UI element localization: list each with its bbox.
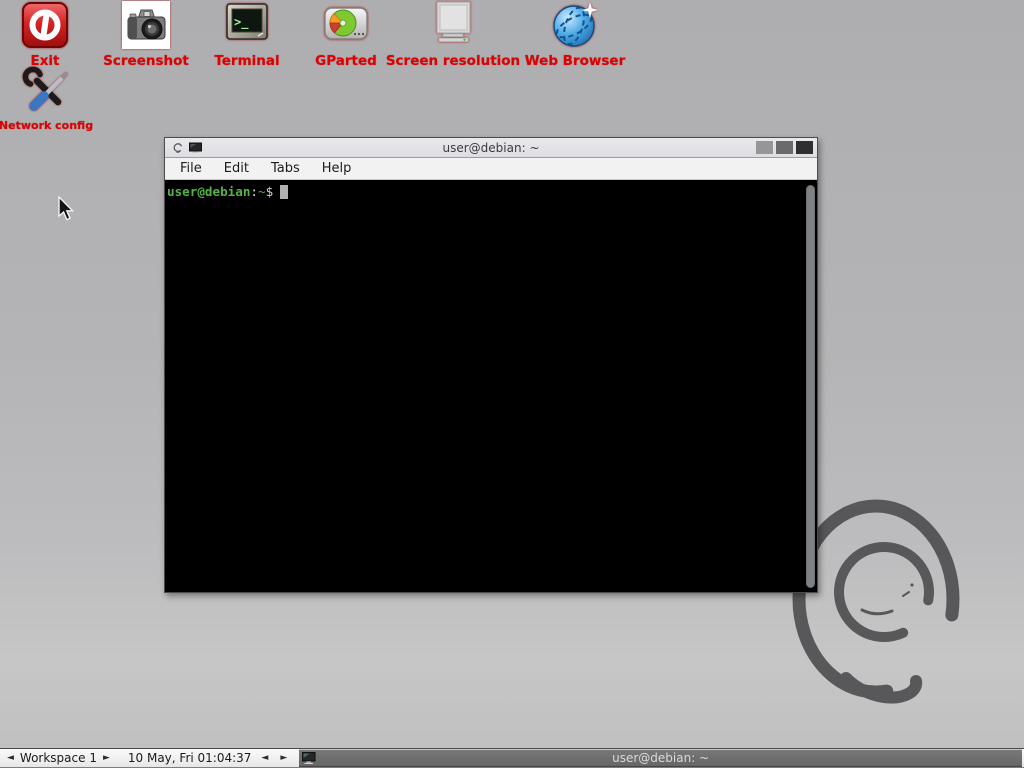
menu-edit[interactable]: Edit bbox=[220, 160, 253, 177]
globe-icon bbox=[551, 1, 599, 49]
task-button-label: user@debian: ~ bbox=[299, 751, 1022, 765]
window-menubar: File Edit Tabs Help bbox=[165, 158, 817, 180]
mouse-pointer-icon bbox=[57, 196, 77, 224]
terminal-app-icon bbox=[189, 142, 202, 154]
maximize-button[interactable] bbox=[776, 141, 793, 154]
close-button[interactable] bbox=[796, 141, 813, 154]
crt-terminal-icon: >_ bbox=[223, 1, 271, 49]
workspace-indicator[interactable]: Workspace 1 bbox=[20, 751, 97, 765]
prompt-user-host: user@debian bbox=[167, 184, 250, 199]
minimize-button[interactable] bbox=[756, 141, 773, 154]
taskbar-panel: ◄ Workspace 1 ► 10 May, Fri 01:04:37 ◄ ►… bbox=[0, 748, 1024, 768]
window-title: user@debian: ~ bbox=[165, 141, 817, 155]
camera-icon bbox=[122, 1, 170, 49]
shortcut-label: Network config bbox=[0, 119, 121, 133]
monitor-icon bbox=[429, 1, 477, 49]
taskbar-window-button[interactable]: user@debian: ~ bbox=[299, 749, 1022, 767]
prompt-separator: : bbox=[250, 184, 258, 199]
shortcut-web-browser[interactable]: Web Browser bbox=[500, 1, 650, 68]
tools-icon bbox=[22, 66, 70, 114]
debian-swirl-icon bbox=[172, 142, 184, 154]
shell-prompt: user@debian:~$ bbox=[167, 184, 803, 199]
menu-tabs[interactable]: Tabs bbox=[267, 160, 304, 177]
task-terminal-icon bbox=[302, 752, 316, 765]
window-titlebar[interactable]: user@debian: ~ bbox=[165, 138, 817, 158]
disk-partition-icon bbox=[322, 1, 370, 49]
terminal-scrollbar-thumb[interactable] bbox=[806, 185, 815, 588]
menu-file[interactable]: File bbox=[176, 160, 206, 177]
menu-help[interactable]: Help bbox=[318, 160, 356, 177]
prompt-path: ~ bbox=[258, 184, 266, 199]
tasklist-next-icon[interactable]: ► bbox=[278, 749, 289, 767]
tasklist-prev-icon[interactable]: ◄ bbox=[259, 749, 270, 767]
terminal-window: user@debian: ~ File Edit Tabs Help user@… bbox=[164, 137, 818, 593]
prompt-symbol: $ bbox=[266, 184, 274, 199]
workspace-next-icon[interactable]: ► bbox=[101, 749, 112, 767]
workspace-prev-icon[interactable]: ◄ bbox=[5, 749, 16, 767]
terminal-cursor bbox=[280, 185, 288, 199]
shortcut-network-config[interactable]: Network config bbox=[0, 66, 121, 133]
clock: 10 May, Fri 01:04:37 bbox=[128, 751, 252, 765]
power-icon bbox=[21, 1, 69, 49]
shortcut-label: Web Browser bbox=[500, 54, 650, 68]
terminal-screen[interactable]: user@debian:~$ bbox=[165, 180, 817, 592]
svg-text:>_: >_ bbox=[234, 15, 249, 30]
